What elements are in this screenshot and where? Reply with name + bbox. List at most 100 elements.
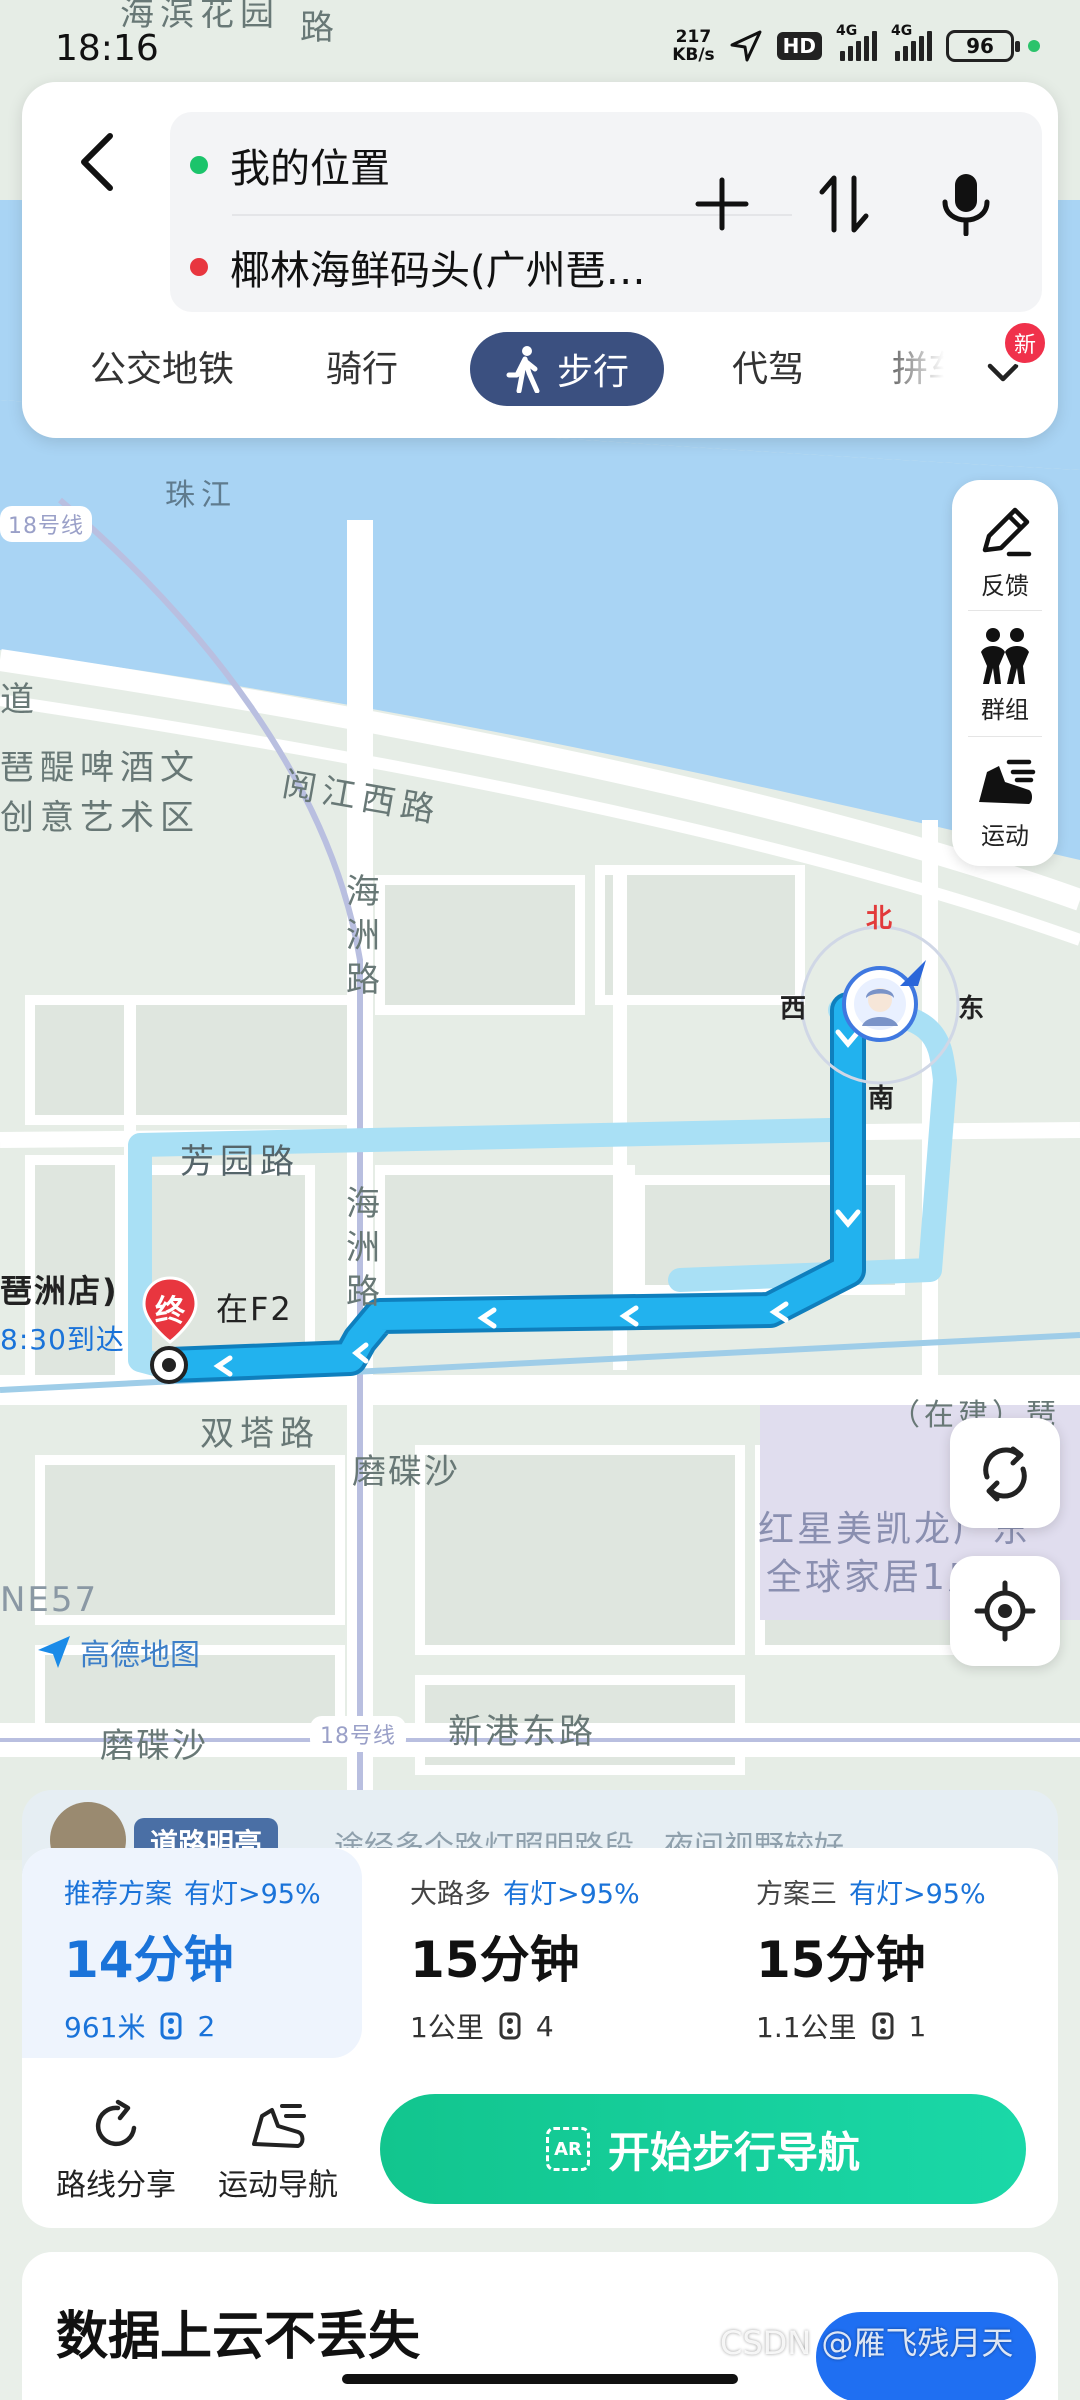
plan-light-tag: 有灯>95%: [849, 1879, 986, 1910]
ar-icon: AR: [545, 2127, 590, 2171]
route-plans-card: 推荐方案 有灯>95% 14分钟 961米 2 大路多 有灯>95% 15分钟 1公…: [22, 1848, 1058, 2228]
tool-divider: [968, 610, 1042, 611]
end-marker[interactable]: 终: [140, 1276, 200, 1356]
plan-time: 15分钟: [756, 1931, 926, 1989]
feedback-label: 反馈: [981, 572, 1029, 600]
map-label-mdsh-station: 磨碟沙: [352, 1452, 460, 1492]
map-label-haizhou-1: 海洲路: [346, 872, 386, 1000]
compass-south: 南: [868, 1084, 895, 1114]
amap-logo: 高德地图: [36, 1630, 200, 1674]
plan-lights: 1: [908, 2009, 927, 2043]
heading-arrow-icon: [900, 960, 926, 986]
tool-divider: [968, 736, 1042, 737]
origin-dot: [190, 156, 208, 174]
plan-light-tag: 有灯>95%: [184, 1879, 321, 1910]
tab-walking[interactable]: 步行: [470, 332, 664, 406]
home-indicator[interactable]: [342, 2374, 738, 2384]
back-button[interactable]: [62, 122, 142, 202]
map-label-river: 珠江: [165, 478, 237, 513]
chevron-left-icon: [81, 133, 113, 191]
running-shoe-icon: [979, 759, 1036, 804]
map-label-road-top: 道: [0, 680, 40, 720]
origin-text: 我的位置: [230, 146, 390, 192]
plan-distance: 961米: [64, 2011, 146, 2044]
map-label-ne57: NE57: [0, 1580, 99, 1620]
start-walking-navigation-button[interactable]: AR 开始步行导航: [380, 2094, 1026, 2204]
map-label-brewery-2: 创意艺术区: [0, 798, 200, 838]
map-label-haizhou-2: 海洲路: [346, 1184, 386, 1312]
plan-lights: 4: [535, 2009, 554, 2043]
status-icons: 217 KB/s HD 4G 4G 96: [672, 23, 1040, 65]
plan-name: 方案三: [756, 1879, 837, 1910]
watermark: CSDN @雁飞残月天: [720, 2324, 1014, 2362]
locate-me-button[interactable]: [950, 1556, 1060, 1666]
status-bar: 18:16 217 KB/s HD 4G 4G 96: [0, 0, 1080, 80]
plan-distance: 1公里: [410, 2011, 484, 2044]
route-input-card: 我的位置 椰林海鲜码头(广州琶… 公交地铁 骑行 步行 代驾 新: [22, 82, 1058, 438]
destination-dot: [190, 258, 208, 276]
route-share-button[interactable]: 路线分享: [56, 2098, 176, 2204]
plan-distance: 1.1公里: [756, 2011, 857, 2044]
privacy-dot: [1028, 40, 1040, 52]
add-waypoint-button[interactable]: [690, 172, 754, 236]
feedback-pen-icon: [982, 507, 1032, 557]
end-point-dot: [150, 1346, 188, 1384]
signal-2-icon: 4G: [891, 23, 932, 61]
location-arrow-icon: [730, 30, 762, 62]
plus-icon: [695, 177, 749, 231]
destination-label[interactable]: 琶洲店) 8:30到达: [0, 1266, 125, 1358]
route-endpoints: 我的位置 椰林海鲜码头(广州琶…: [170, 112, 1042, 312]
tab-cycling[interactable]: 骑行: [326, 340, 398, 392]
tab-walking-label: 步行: [556, 352, 629, 393]
traffic-light-icon: [499, 2012, 521, 2040]
plan-name: 大路多: [410, 1879, 491, 1910]
crosshair-icon: [974, 1580, 1036, 1642]
compass-north: 北: [866, 904, 893, 934]
signal-1-icon: 4G: [836, 23, 877, 61]
plan-recommended[interactable]: 推荐方案 有灯>95% 14分钟 961米 2: [22, 1848, 362, 2058]
plan-time: 14分钟: [64, 1931, 234, 1989]
map-label-xingang: 新港东路: [448, 1712, 596, 1752]
plan-three[interactable]: 方案三 有灯>95% 15分钟 1.1公里 1: [714, 1848, 1054, 2058]
group-button[interactable]: 群组: [952, 626, 1058, 725]
feedback-button[interactable]: 反馈: [952, 502, 1058, 601]
sport-nav-button[interactable]: 运动导航: [218, 2098, 338, 2204]
map-label-line18-bottom: 18号线: [310, 1716, 406, 1752]
plan-time: 15分钟: [410, 1931, 580, 1989]
tab-designated-driver[interactable]: 代驾: [732, 340, 804, 392]
cloud-title: 数据上云不丢失: [56, 2307, 421, 2367]
compass-east: 东: [958, 994, 985, 1024]
group-label: 群组: [981, 696, 1029, 724]
refresh-route-button[interactable]: [950, 1418, 1060, 1528]
destination-text: 椰林海鲜码头(广州琶…: [230, 248, 646, 294]
sport-label: 运动: [981, 822, 1029, 850]
destination-name: 琶洲店): [0, 1272, 119, 1310]
group-icon: [981, 628, 1029, 684]
side-toolbar: 反馈 群组 运动: [952, 480, 1058, 866]
traffic-light-icon: [872, 2012, 894, 2040]
plan-light-tag: 有灯>95%: [503, 1879, 640, 1910]
share-icon: [95, 2099, 137, 2147]
map-label-mdsh-bottom: 磨碟沙: [100, 1726, 208, 1766]
battery-icon: 96: [946, 30, 1020, 62]
running-shoe-outline-icon: [252, 2104, 306, 2148]
net-speed: 217 KB/s: [672, 27, 715, 65]
start-navigation-label: 开始步行导航: [607, 2127, 860, 2177]
plan-main-roads[interactable]: 大路多 有灯>95% 15分钟 1公里 4: [368, 1848, 708, 2058]
map-label-shuangta: 双塔路: [200, 1414, 320, 1454]
sport-nav-label: 运动导航: [218, 2168, 338, 2203]
route-share-label: 路线分享: [56, 2168, 176, 2203]
traffic-light-icon: [160, 2012, 182, 2040]
microphone-icon: [942, 174, 990, 236]
walking-icon: [506, 346, 540, 393]
refresh-icon: [983, 1446, 1027, 1502]
route-actions: [690, 172, 998, 236]
map-label-line18-top: 18号线: [0, 506, 92, 542]
tab-transit[interactable]: 公交地铁: [90, 340, 234, 392]
sport-button[interactable]: 运动: [952, 752, 1058, 851]
destination-field[interactable]: 椰林海鲜码头(广州琶…: [190, 238, 646, 296]
plan-name: 推荐方案: [64, 1879, 172, 1910]
swap-button[interactable]: [812, 172, 876, 236]
origin-field[interactable]: 我的位置: [190, 136, 390, 194]
voice-button[interactable]: [934, 172, 998, 236]
